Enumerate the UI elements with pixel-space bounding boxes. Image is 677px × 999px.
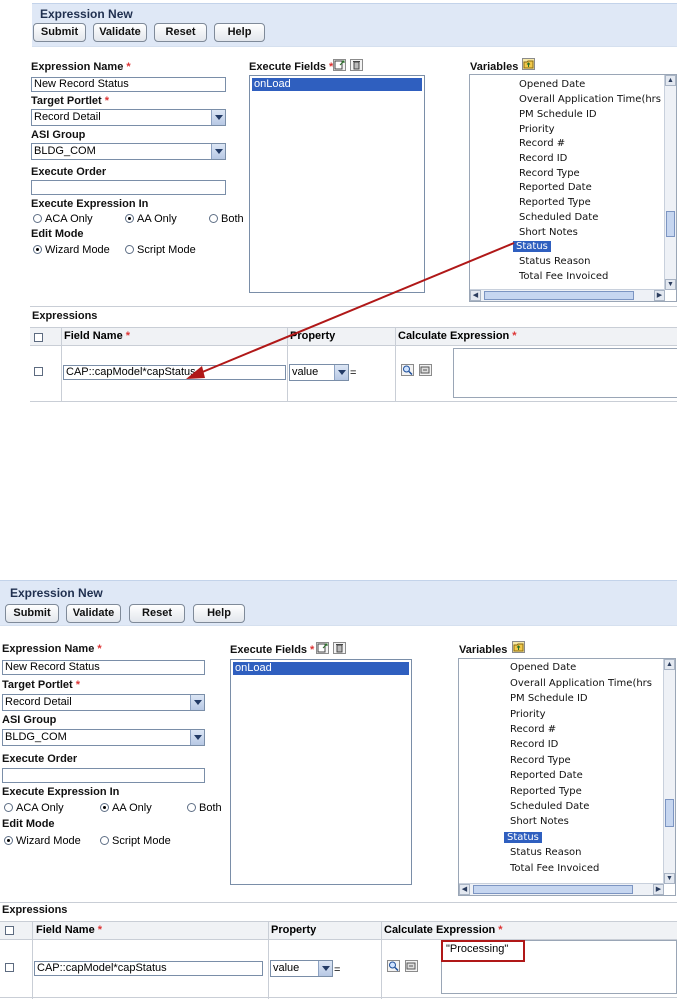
- execute-fields-label: Execute Fields *: [230, 644, 315, 656]
- help-button[interactable]: Help: [193, 604, 245, 623]
- clear-icon[interactable]: [405, 960, 418, 972]
- chevron-down-icon[interactable]: [318, 961, 332, 976]
- expressions-heading: Expressions: [2, 904, 68, 916]
- variables-label: Variables: [459, 644, 508, 656]
- tree-item[interactable]: Record Type: [510, 755, 571, 766]
- panel-title: Expression New: [10, 586, 103, 600]
- radio-icon[interactable]: [4, 803, 13, 812]
- chevron-down-icon[interactable]: [190, 730, 204, 745]
- execute-order-input[interactable]: [2, 768, 205, 783]
- variables-tree[interactable]: Opened Date Overall Application Time(hrs…: [458, 658, 676, 896]
- submit-button[interactable]: Submit: [5, 604, 59, 623]
- grid-divider: [32, 921, 33, 999]
- scroll-down-icon[interactable]: ▼: [664, 873, 675, 884]
- tree-item[interactable]: Priority: [510, 709, 546, 720]
- radio-wizard-mode[interactable]: Wizard Mode: [4, 835, 81, 847]
- execute-fields-list[interactable]: onLoad: [230, 659, 412, 885]
- tree-item[interactable]: Reported Date: [510, 770, 583, 781]
- tree-item-selected[interactable]: Status: [504, 832, 542, 843]
- expression-panel-before: Expression New Submit Validate Reset Hel…: [0, 0, 677, 405]
- calculate-expression-header: Calculate Expression *: [384, 924, 503, 936]
- grid-divider: [268, 921, 269, 999]
- expression-panel-after: Expression New Submit Validate Reset Hel…: [0, 580, 677, 999]
- tree-item[interactable]: PM Schedule ID: [510, 693, 588, 704]
- tree-item[interactable]: Total Fee Invoiced: [510, 863, 599, 874]
- radio-aca-only[interactable]: ACA Only: [4, 802, 64, 814]
- validate-button[interactable]: Validate: [66, 604, 121, 623]
- tree-item[interactable]: Record ID: [510, 739, 558, 750]
- tree-item[interactable]: Opened Date: [510, 662, 576, 673]
- target-portlet-select[interactable]: Record Detail: [2, 694, 205, 711]
- edit-mode-label: Edit Mode: [2, 818, 55, 830]
- scroll-right-icon[interactable]: ▶: [653, 884, 664, 895]
- radio-icon[interactable]: [187, 803, 196, 812]
- variables-folder-icon[interactable]: [512, 641, 525, 653]
- radio-icon[interactable]: [100, 803, 109, 812]
- list-item[interactable]: onLoad: [233, 662, 409, 675]
- execute-order-label: Execute Order: [2, 753, 78, 765]
- delete-icon[interactable]: [333, 642, 346, 654]
- tree-item[interactable]: Record #: [510, 724, 556, 735]
- vertical-scrollbar[interactable]: ▲ ▼: [663, 659, 675, 884]
- grid-divider: [381, 921, 382, 999]
- section-divider: [0, 902, 677, 903]
- field-name-input[interactable]: CAP::capModel*capStatus: [34, 961, 263, 976]
- asi-group-select[interactable]: BLDG_COM: [2, 729, 205, 746]
- execute-in-label: Execute Expression In: [2, 786, 120, 798]
- row-checkbox[interactable]: [5, 963, 14, 972]
- tree-item[interactable]: Scheduled Date: [510, 801, 589, 812]
- expression-name-input[interactable]: New Record Status: [2, 660, 205, 675]
- scroll-thumb[interactable]: [473, 885, 633, 894]
- tree-item[interactable]: Overall Application Time(hrs: [510, 678, 652, 689]
- tree-item[interactable]: Reported Type: [510, 786, 582, 797]
- target-portlet-label: Target Portlet *: [2, 679, 80, 691]
- pointer-arrow: [186, 242, 515, 379]
- radio-icon[interactable]: [100, 836, 109, 845]
- property-header: Property: [271, 924, 317, 936]
- property-select[interactable]: value: [270, 960, 333, 977]
- scroll-left-icon[interactable]: ◀: [459, 884, 470, 895]
- tree-item[interactable]: Status Reason: [510, 847, 582, 858]
- radio-aa-only[interactable]: AA Only: [100, 802, 152, 814]
- search-icon[interactable]: [387, 960, 400, 972]
- operator-text: =: [334, 964, 341, 976]
- add-field-icon[interactable]: [316, 642, 329, 654]
- chevron-down-icon[interactable]: [190, 695, 204, 710]
- tree-item[interactable]: Short Notes: [510, 816, 569, 827]
- field-name-header: Field Name *: [36, 924, 102, 936]
- select-all-checkbox[interactable]: [5, 926, 14, 935]
- calculate-expression-value: "Processing": [441, 940, 525, 962]
- radio-icon[interactable]: [4, 836, 13, 845]
- scroll-thumb[interactable]: [665, 799, 674, 827]
- reset-button[interactable]: Reset: [129, 604, 185, 623]
- expression-name-label: Expression Name *: [2, 643, 102, 655]
- scroll-up-icon[interactable]: ▲: [664, 659, 675, 670]
- horizontal-scrollbar[interactable]: ◀ ▶: [459, 883, 664, 895]
- radio-both[interactable]: Both: [187, 802, 222, 814]
- radio-script-mode[interactable]: Script Mode: [100, 835, 171, 847]
- grid-divider: [0, 997, 677, 998]
- asi-group-label: ASI Group: [2, 714, 57, 726]
